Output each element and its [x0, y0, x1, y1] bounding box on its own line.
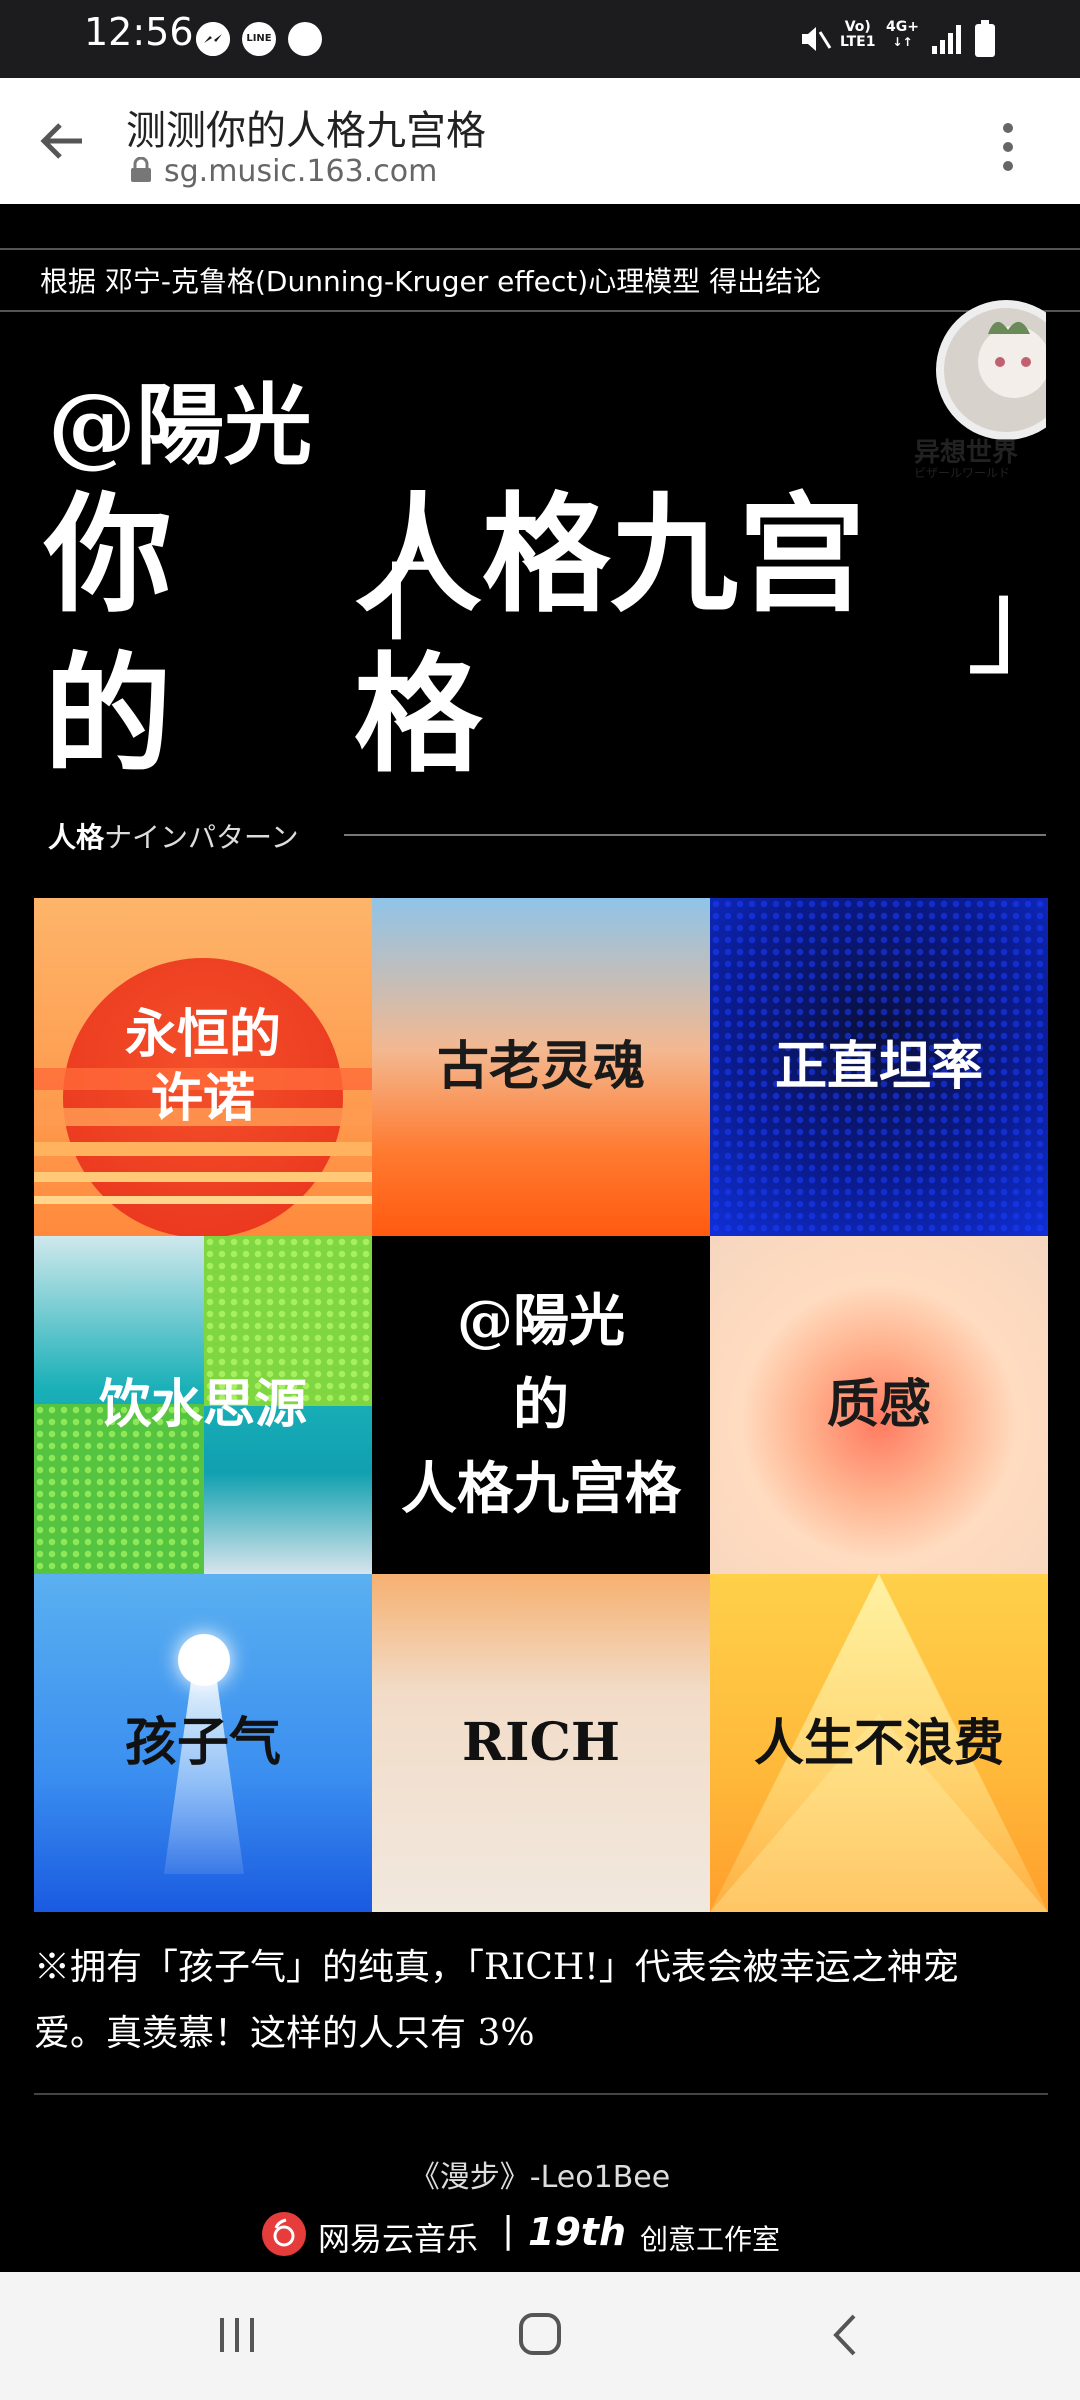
title-main-line2: 格	[354, 640, 483, 790]
subtitle-rest: ナインパターン	[104, 821, 299, 854]
page-title: 测测你的人格九宫格	[126, 108, 486, 154]
grid-cell-rich[interactable]: RICH	[372, 1574, 710, 1912]
messenger-icon	[196, 22, 230, 56]
cell-label: 永恒的	[124, 1004, 281, 1065]
status-bar: 12:56 LINE Vo) LTE1 4G+ ↓↑	[0, 0, 1080, 78]
cell-label: 正直坦率	[774, 1036, 983, 1097]
line-icon: LINE	[242, 22, 276, 56]
cell-label: 质感	[826, 1374, 931, 1435]
title-you: 你	[44, 480, 173, 630]
profile-badge: 异想世界 ビザールワールド	[896, 290, 1076, 500]
summary-line-2: 爱。真羡慕！这样的人只有 3%	[34, 2013, 535, 2054]
cell-label: 人生不浪费	[754, 1713, 1004, 1772]
lock-icon	[130, 156, 152, 183]
grid-cell-old-soul[interactable]: 古老灵魂	[372, 898, 710, 1236]
messenger-icon	[288, 22, 322, 56]
back-icon[interactable]	[826, 2312, 866, 2358]
badge-subtitle: ビザールワールド	[914, 466, 1011, 480]
subtitle-rule	[344, 834, 1046, 836]
personality-grid: 永恒的 许诺 古老灵魂 正直坦率 饮水思源 @陽光 的 人格九宫格 质感 孩子气…	[34, 898, 1048, 1912]
status-time: 12:56	[84, 10, 194, 54]
cell-label: 的	[513, 1372, 569, 1438]
netease-music-icon	[262, 2212, 306, 2256]
url-field[interactable]: sg.music.163.com	[164, 154, 437, 189]
grid-cell-center: @陽光 的 人格九宫格	[372, 1236, 710, 1574]
cell-label: RICH	[461, 1712, 621, 1773]
grid-cell-upright[interactable]: 正直坦率	[710, 898, 1048, 1236]
volte-label: Vo)	[844, 19, 871, 35]
cell-label: 孩子气	[124, 1712, 281, 1773]
signal-icon	[930, 22, 964, 56]
more-options-icon[interactable]	[996, 118, 1020, 176]
home-icon[interactable]	[516, 2310, 564, 2358]
data-arrows-icon: ↓↑	[892, 35, 913, 49]
grid-cell-eternal-promise[interactable]: 永恒的 许诺	[34, 898, 372, 1236]
studio-number: 19th	[528, 2210, 627, 2254]
back-arrow-icon[interactable]	[38, 116, 88, 166]
brand-name: 网易云音乐	[318, 2220, 479, 2258]
cell-label: 饮水思源	[98, 1374, 307, 1435]
title-main-line1: 人格九宫	[354, 480, 867, 630]
studio-name: 创意工作室	[640, 2223, 781, 2256]
username-heading: @陽光	[48, 373, 313, 477]
subtitle-bold: 人格	[48, 821, 105, 854]
cell-label: 许诺	[150, 1068, 255, 1129]
browser-toolbar: 测测你的人格九宫格 sg.music.163.com	[0, 78, 1080, 204]
cell-label: 古老灵魂	[436, 1036, 645, 1097]
song-credit: 《漫步》-Leo1Bee	[409, 2160, 671, 2195]
summary-line-1: ※拥有「孩子气」的纯真，「RICH!」代表会被幸运之神宠	[34, 1947, 959, 1988]
grid-cell-texture[interactable]: 质感	[710, 1236, 1048, 1574]
system-nav-bar	[0, 2272, 1080, 2400]
mute-icon	[798, 22, 832, 56]
network-type-label: 4G+	[886, 19, 919, 35]
battery-icon	[974, 20, 996, 58]
volte-indicator: Vo) LTE1	[840, 20, 875, 50]
methodology-note: 根据 邓宁-克鲁格(Dunning-Kruger effect)心理模型 得出结…	[40, 265, 822, 298]
brand-separator: |	[502, 2210, 515, 2251]
grid-cell-gratitude[interactable]: 饮水思源	[34, 1236, 372, 1574]
divider	[0, 248, 1080, 250]
network-type: 4G+ ↓↑	[886, 20, 919, 50]
lte-label: LTE1	[840, 34, 876, 50]
cell-label: 人格九宫格	[401, 1456, 681, 1522]
grid-cell-no-waste[interactable]: 人生不浪费	[710, 1574, 1048, 1912]
cell-label: @陽光	[457, 1288, 625, 1354]
bracket-close: 」	[966, 553, 1080, 692]
recent-apps-icon[interactable]	[214, 2312, 260, 2358]
grid-cell-childlike[interactable]: 孩子气	[34, 1574, 372, 1912]
title-de: 的	[44, 640, 173, 790]
subtitle: 人格ナインパターン	[48, 816, 299, 856]
divider	[34, 2093, 1048, 2095]
brand-row: 网易云音乐 | 19th 创意工作室	[262, 2210, 822, 2260]
